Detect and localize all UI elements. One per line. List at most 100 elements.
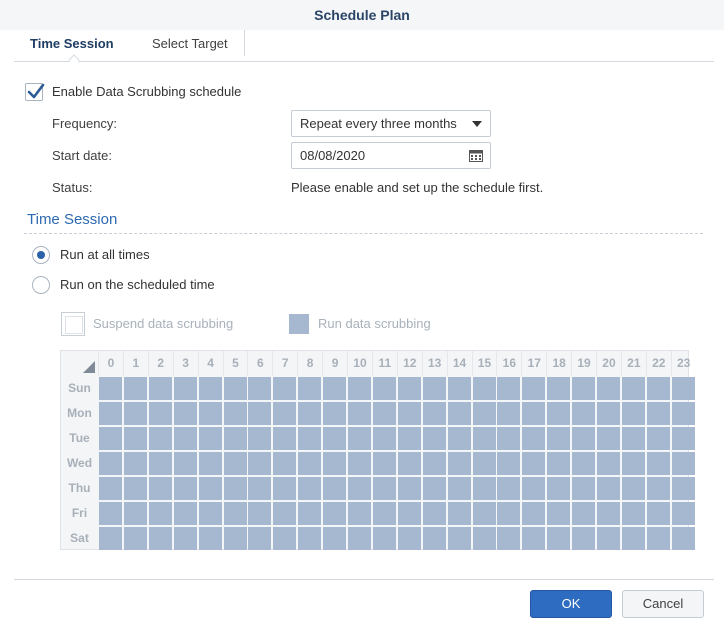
- schedule-cell[interactable]: [522, 427, 546, 450]
- hour-header[interactable]: 10: [347, 351, 372, 376]
- schedule-cell[interactable]: [223, 452, 247, 475]
- hour-header[interactable]: 4: [197, 351, 223, 376]
- ok-button[interactable]: OK: [530, 590, 612, 618]
- schedule-cell[interactable]: [198, 452, 222, 475]
- schedule-cell[interactable]: [248, 502, 272, 525]
- schedule-cell[interactable]: [621, 502, 645, 525]
- schedule-cell[interactable]: [198, 377, 222, 400]
- schedule-cell[interactable]: [472, 377, 496, 400]
- schedule-cell[interactable]: [522, 502, 546, 525]
- schedule-cell[interactable]: [621, 452, 645, 475]
- schedule-cell[interactable]: [572, 427, 596, 450]
- schedule-cell[interactable]: [621, 427, 645, 450]
- schedule-cell[interactable]: [123, 427, 147, 450]
- schedule-cell[interactable]: [522, 377, 546, 400]
- schedule-cell[interactable]: [671, 427, 695, 450]
- hour-header[interactable]: 5: [222, 351, 248, 376]
- schedule-cell[interactable]: [597, 402, 620, 425]
- schedule-cell[interactable]: [646, 502, 670, 525]
- schedule-cell[interactable]: [397, 527, 421, 550]
- schedule-cell[interactable]: [572, 527, 596, 550]
- start-date-field[interactable]: 08/08/2020: [291, 142, 491, 169]
- schedule-cell[interactable]: [497, 452, 521, 475]
- schedule-cell[interactable]: [99, 527, 122, 550]
- hour-header[interactable]: 15: [471, 351, 497, 376]
- schedule-cell[interactable]: [298, 502, 322, 525]
- schedule-cell[interactable]: [173, 477, 197, 500]
- day-header[interactable]: Wed: [61, 451, 98, 476]
- schedule-cell[interactable]: [348, 527, 371, 550]
- hour-header[interactable]: 1: [122, 351, 148, 376]
- schedule-cell[interactable]: [447, 452, 471, 475]
- run-scheduled-time-radio[interactable]: [32, 276, 50, 294]
- hour-header[interactable]: 16: [496, 351, 521, 376]
- schedule-cell[interactable]: [148, 452, 172, 475]
- schedule-cell[interactable]: [323, 377, 347, 400]
- hour-header[interactable]: 21: [620, 351, 646, 376]
- schedule-cell[interactable]: [99, 427, 122, 450]
- schedule-cell[interactable]: [422, 427, 446, 450]
- schedule-cell[interactable]: [397, 427, 421, 450]
- schedule-cell[interactable]: [223, 427, 247, 450]
- schedule-cell[interactable]: [497, 477, 521, 500]
- schedule-cell[interactable]: [148, 527, 172, 550]
- schedule-cell[interactable]: [273, 452, 297, 475]
- schedule-cell[interactable]: [248, 477, 272, 500]
- schedule-cell[interactable]: [198, 477, 222, 500]
- schedule-cell[interactable]: [422, 402, 446, 425]
- schedule-cell[interactable]: [99, 502, 122, 525]
- schedule-cell[interactable]: [572, 477, 596, 500]
- schedule-cell[interactable]: [497, 402, 521, 425]
- schedule-cell[interactable]: [223, 527, 247, 550]
- hour-header[interactable]: 3: [172, 351, 198, 376]
- hour-header[interactable]: 9: [322, 351, 347, 376]
- schedule-cell[interactable]: [422, 477, 446, 500]
- cancel-button[interactable]: Cancel: [622, 590, 704, 618]
- schedule-cell[interactable]: [248, 527, 272, 550]
- schedule-cell[interactable]: [621, 377, 645, 400]
- schedule-cell[interactable]: [173, 377, 197, 400]
- schedule-cell[interactable]: [99, 377, 122, 400]
- schedule-cell[interactable]: [547, 477, 571, 500]
- schedule-cell[interactable]: [447, 377, 471, 400]
- schedule-cell[interactable]: [173, 452, 197, 475]
- schedule-cell[interactable]: [422, 527, 446, 550]
- schedule-cell[interactable]: [522, 452, 546, 475]
- hour-header[interactable]: 2: [147, 351, 173, 376]
- schedule-cell[interactable]: [148, 502, 172, 525]
- schedule-cell[interactable]: [223, 377, 247, 400]
- day-header[interactable]: Fri: [61, 501, 98, 526]
- schedule-cell[interactable]: [621, 402, 645, 425]
- schedule-cell[interactable]: [671, 527, 695, 550]
- schedule-cell[interactable]: [348, 452, 371, 475]
- schedule-cell[interactable]: [372, 502, 396, 525]
- schedule-cell[interactable]: [248, 377, 272, 400]
- schedule-cell[interactable]: [148, 377, 172, 400]
- schedule-cell[interactable]: [547, 402, 571, 425]
- schedule-grid[interactable]: 0 1 2 3 4 5 6 7 8 9 10 11 12 13 14 15 16 17 18 19 20 21 22 23 Su…: [60, 350, 695, 550]
- schedule-cell[interactable]: [372, 402, 396, 425]
- schedule-cell[interactable]: [472, 502, 496, 525]
- hour-header[interactable]: 13: [421, 351, 447, 376]
- schedule-cell[interactable]: [397, 452, 421, 475]
- hour-header[interactable]: 18: [546, 351, 571, 376]
- schedule-cell[interactable]: [198, 427, 222, 450]
- schedule-cell[interactable]: [248, 402, 272, 425]
- schedule-cell[interactable]: [621, 477, 645, 500]
- schedule-cell[interactable]: [397, 477, 421, 500]
- schedule-cell[interactable]: [646, 527, 670, 550]
- schedule-cell[interactable]: [372, 527, 396, 550]
- schedule-cell[interactable]: [273, 527, 297, 550]
- hour-header[interactable]: 8: [297, 351, 322, 376]
- calendar-icon[interactable]: [469, 150, 483, 162]
- schedule-cell[interactable]: [397, 402, 421, 425]
- hour-header[interactable]: 11: [371, 351, 397, 376]
- schedule-cell[interactable]: [372, 477, 396, 500]
- schedule-cell[interactable]: [372, 427, 396, 450]
- schedule-cell[interactable]: [646, 402, 670, 425]
- schedule-cell[interactable]: [547, 377, 571, 400]
- schedule-cell[interactable]: [547, 527, 571, 550]
- schedule-cell[interactable]: [372, 452, 396, 475]
- schedule-cell[interactable]: [223, 502, 247, 525]
- schedule-cell[interactable]: [123, 452, 147, 475]
